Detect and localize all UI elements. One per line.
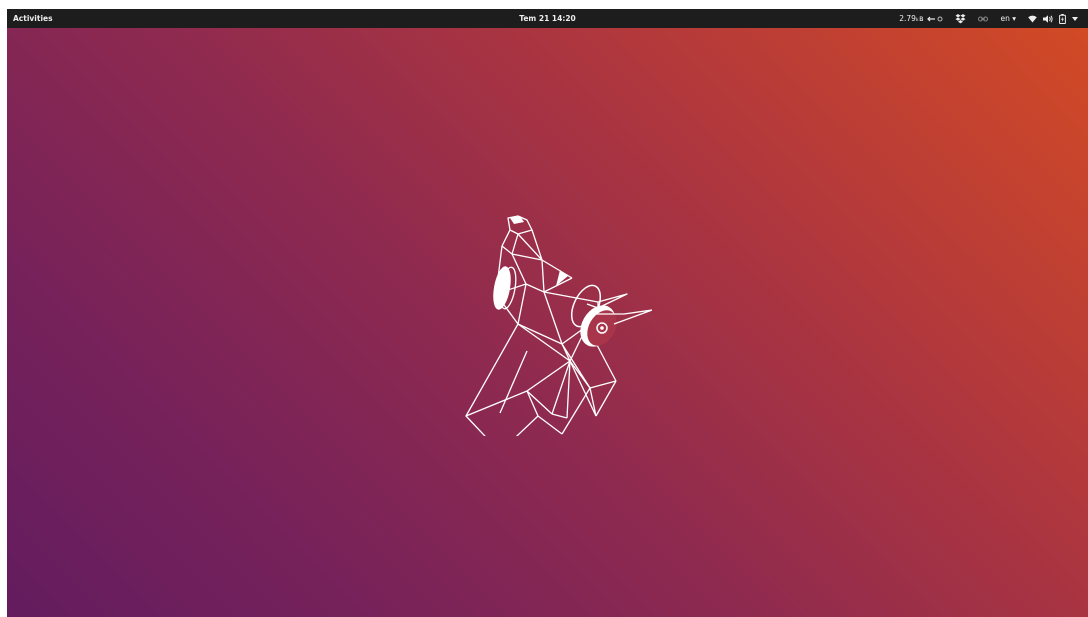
top-bar: Activities Tem 21 14:20 2.79ₖʙ en ▾	[7, 9, 1088, 28]
link-indicator[interactable]	[972, 9, 994, 28]
system-status-menu[interactable]	[1022, 9, 1084, 28]
link-icon	[978, 16, 989, 21]
system-tray: 2.79ₖʙ en ▾	[893, 9, 1084, 28]
system-menu-arrow-icon	[1072, 16, 1078, 21]
network-speed-value: 2.79ₖʙ	[899, 14, 924, 23]
network-speed-arrows-icon	[927, 16, 943, 21]
keyboard-layout-selector[interactable]: en ▾	[994, 9, 1022, 28]
activities-button[interactable]: Activities	[13, 9, 53, 28]
wifi-icon	[1028, 15, 1037, 22]
desktop-screen: Activities Tem 21 14:20 2.79ₖʙ en ▾	[7, 9, 1088, 617]
bionic-beaver-wireframe-logo	[465, 215, 652, 436]
dropbox-icon	[955, 13, 966, 23]
dropbox-indicator[interactable]	[949, 9, 972, 28]
volume-icon	[1043, 14, 1053, 23]
battery-icon	[1059, 13, 1066, 24]
network-speed-indicator[interactable]: 2.79ₖʙ	[893, 9, 949, 28]
date-time-button[interactable]: Tem 21 14:20	[519, 14, 576, 23]
desktop-background	[7, 28, 1088, 617]
